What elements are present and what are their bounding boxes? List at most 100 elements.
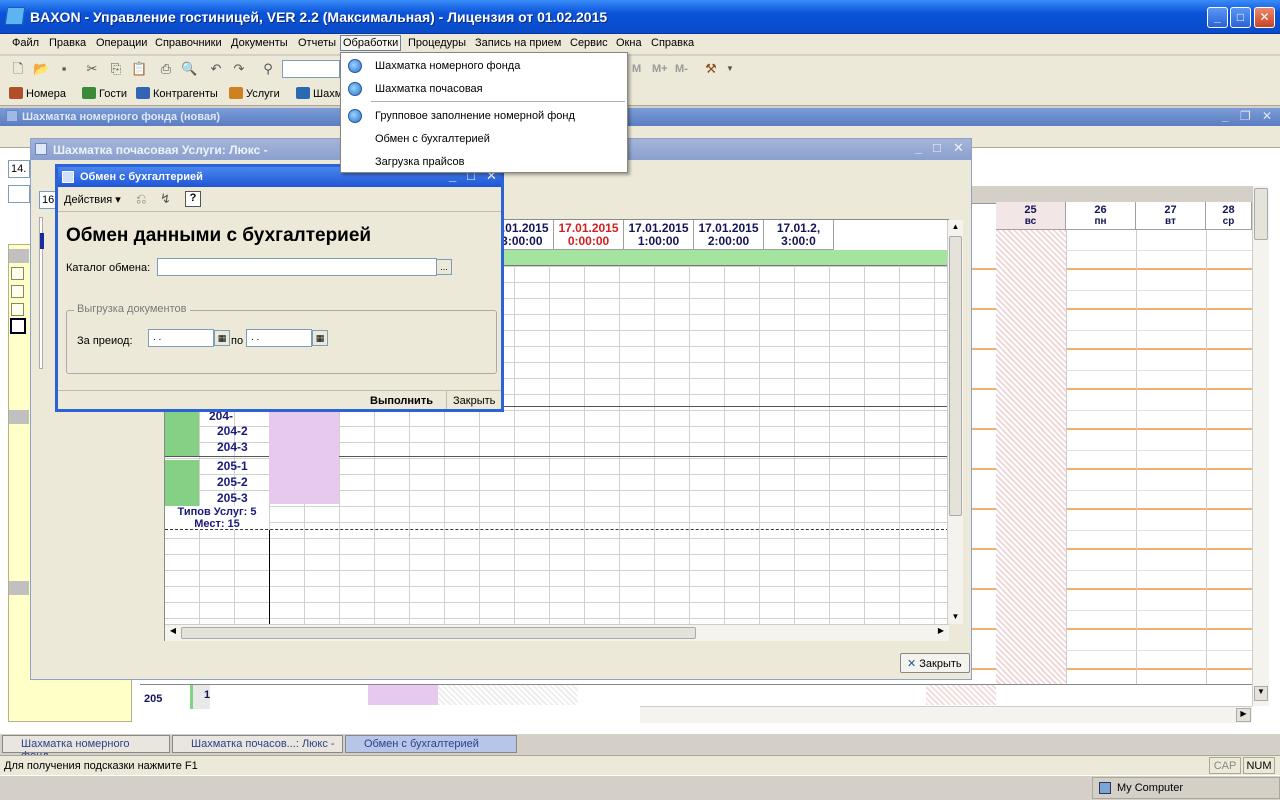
process-icon (348, 109, 362, 123)
menu-references[interactable]: Справочники (155, 37, 222, 49)
menu-documents[interactable]: Документы (231, 37, 288, 49)
hw-close-button[interactable]: ✕ (953, 140, 964, 156)
menu-appointment[interactable]: Запись на прием (475, 37, 561, 49)
selected-checkbox[interactable] (10, 318, 26, 334)
browse-button[interactable]: ... (436, 259, 452, 275)
hw-close-bottom-button[interactable]: ✕ Закрыть (900, 653, 970, 673)
dd-hourly-chessboard[interactable]: Шахматка почасовая (341, 78, 627, 100)
process-icon (348, 82, 362, 96)
dd-price-load[interactable]: Загрузка прайсов (341, 151, 627, 173)
guests-button[interactable]: Гости (82, 87, 127, 100)
room-chessboard-titlebar: Шахматка номерного фонда (новая) _ ❐ ✕ (0, 108, 1280, 126)
contractors-button[interactable]: Контрагенты (136, 87, 218, 100)
horizontal-scrollbar[interactable]: ▶ (640, 706, 1252, 723)
menu-edit[interactable]: Правка (49, 37, 86, 49)
hw-minimize-button[interactable]: _ (915, 140, 922, 155)
tools-icon[interactable]: ⚒ (703, 61, 719, 77)
redo-icon[interactable]: ↷ (231, 61, 247, 77)
tab-accounting-exchange[interactable]: Обмен с бухгалтерией (345, 735, 517, 753)
close-icon: ✕ (907, 658, 917, 670)
paste-icon[interactable]: 📋 (131, 61, 147, 77)
dd-accounting-exchange[interactable]: Обмен с бухгалтерией (341, 128, 627, 150)
calendar-icon[interactable]: ▦ (312, 330, 328, 346)
chevron-down-icon[interactable]: ▼ (722, 61, 738, 77)
room-label: 205-2 (217, 475, 248, 489)
catalog-label: Каталог обмена: (66, 262, 151, 274)
app-logo-icon (4, 7, 26, 25)
vertical-scrollbar[interactable]: ▼ (1252, 186, 1269, 706)
hw-horizontal-scrollbar[interactable]: ◀ ▶ (165, 624, 949, 641)
tab-room-chessboard[interactable]: Шахматка номерного фонд... (2, 735, 170, 762)
preview-icon[interactable]: 🔍 (181, 61, 197, 77)
accounting-exchange-dialog: Обмен с бухгалтерией _ □ ✕ Действия ▾ ⎌ … (55, 164, 504, 412)
guests-icon (82, 87, 96, 99)
app-title-bar: BAXON - Управление гостиницей, VER 2.2 (… (0, 0, 1280, 34)
menu-windows[interactable]: Окна (616, 37, 642, 49)
refresh-icon[interactable]: ⎌ (136, 191, 146, 207)
mdi-restore-button[interactable]: ❐ (1240, 109, 1251, 123)
menu-help[interactable]: Справка (651, 37, 694, 49)
dialog-close-button[interactable]: Закрыть (453, 395, 495, 407)
dd-separator (371, 101, 625, 102)
memory-plus-button[interactable]: M+ (652, 63, 668, 75)
day-header: 26 пн (1066, 202, 1136, 230)
dialog-toolbar: Действия ▾ ⎌ ↯ ? (58, 188, 501, 212)
filter-field[interactable] (8, 185, 30, 203)
save-icon[interactable]: ▪ (56, 61, 72, 77)
menu-bar: Файл Правка Операции Справочники Докумен… (0, 34, 1280, 54)
bottom-room-row: 205 1 (140, 684, 1252, 709)
date-field[interactable]: 14. (8, 160, 30, 178)
hw-vertical-scrollbar[interactable]: ▲ ▼ (947, 220, 963, 624)
find-icon[interactable]: ⚲ (260, 61, 276, 77)
menu-file[interactable]: Файл (12, 37, 39, 49)
hw-maximize-button[interactable]: □ (933, 140, 941, 155)
hour-header: 17.01.2015 2:00:00 (694, 220, 764, 250)
tab-hourly-chessboard[interactable]: Шахматка почасов...: Люкс - (172, 735, 343, 753)
status-hint: Для получения подсказки нажмите F1 (4, 760, 198, 772)
menu-procedures[interactable]: Процедуры (408, 37, 466, 49)
rooms-button[interactable]: Номера (9, 87, 66, 100)
room-grid[interactable] (972, 230, 1252, 710)
undo-icon[interactable]: ↶ (208, 61, 224, 77)
dd-group-fill[interactable]: Групповое заполнение номерной фонд (341, 105, 627, 127)
actions-menu[interactable]: Действия ▾ (64, 193, 121, 206)
date-to-input[interactable]: . . (246, 329, 312, 347)
dd-room-chessboard[interactable]: Шахматка номерного фонда (341, 55, 627, 77)
services-button[interactable]: Услуги (229, 87, 280, 100)
print-icon[interactable]: ⎙ (158, 61, 174, 77)
go-icon[interactable]: ↯ (160, 191, 171, 207)
mdi-minimize-button[interactable]: _ (1222, 109, 1229, 123)
menu-operations[interactable]: Операции (96, 37, 147, 49)
rooms-icon (9, 87, 23, 99)
menu-processing[interactable]: Обработки (340, 35, 402, 51)
date-from-input[interactable]: . . (148, 329, 214, 347)
process-icon (348, 59, 362, 73)
my-computer[interactable]: My Computer (1092, 777, 1280, 799)
copy-icon[interactable]: ⎘ (108, 61, 124, 77)
status-bar: Для получения подсказки нажмите F1 CAP N… (0, 755, 1280, 775)
catalog-input[interactable] (157, 258, 437, 276)
help-icon[interactable]: ? (185, 191, 201, 207)
memory-minus-button[interactable]: M- (675, 63, 688, 75)
standard-toolbar: 🗋 📂 ▪ ✂ ⎘ 📋 ⎙ 🔍 ↶ ↷ ⚲ M M+ M- ⚒ ▼ (0, 56, 1280, 82)
close-button[interactable]: ✕ (1254, 7, 1275, 28)
window-tabs: Шахматка номерного фонд... Шахматка поча… (0, 734, 1280, 762)
open-icon[interactable]: 📂 (33, 61, 49, 77)
new-icon[interactable]: 🗋 (10, 61, 26, 77)
day-header: 25 вс (996, 202, 1066, 230)
search-input[interactable] (282, 60, 340, 78)
chessboard-button[interactable]: Шахм (296, 87, 342, 100)
run-button[interactable]: Выполнить (370, 395, 433, 407)
minimize-button[interactable]: _ (1207, 7, 1228, 28)
room-label: 204-2 (217, 424, 248, 438)
processing-dropdown: Шахматка номерного фонда Шахматка почасо… (340, 52, 628, 173)
dialog-heading: Обмен данными с бухгалтерией (66, 225, 372, 246)
calendar-icon[interactable]: ▦ (214, 330, 230, 346)
cut-icon[interactable]: ✂ (84, 61, 100, 77)
maximize-button[interactable]: □ (1230, 7, 1251, 28)
room-label: 205-3 (217, 491, 248, 505)
memory-button[interactable]: M (632, 63, 641, 75)
menu-reports[interactable]: Отчеты (298, 37, 336, 49)
menu-service[interactable]: Сервис (570, 37, 608, 49)
mdi-close-button[interactable]: ✕ (1262, 109, 1272, 123)
